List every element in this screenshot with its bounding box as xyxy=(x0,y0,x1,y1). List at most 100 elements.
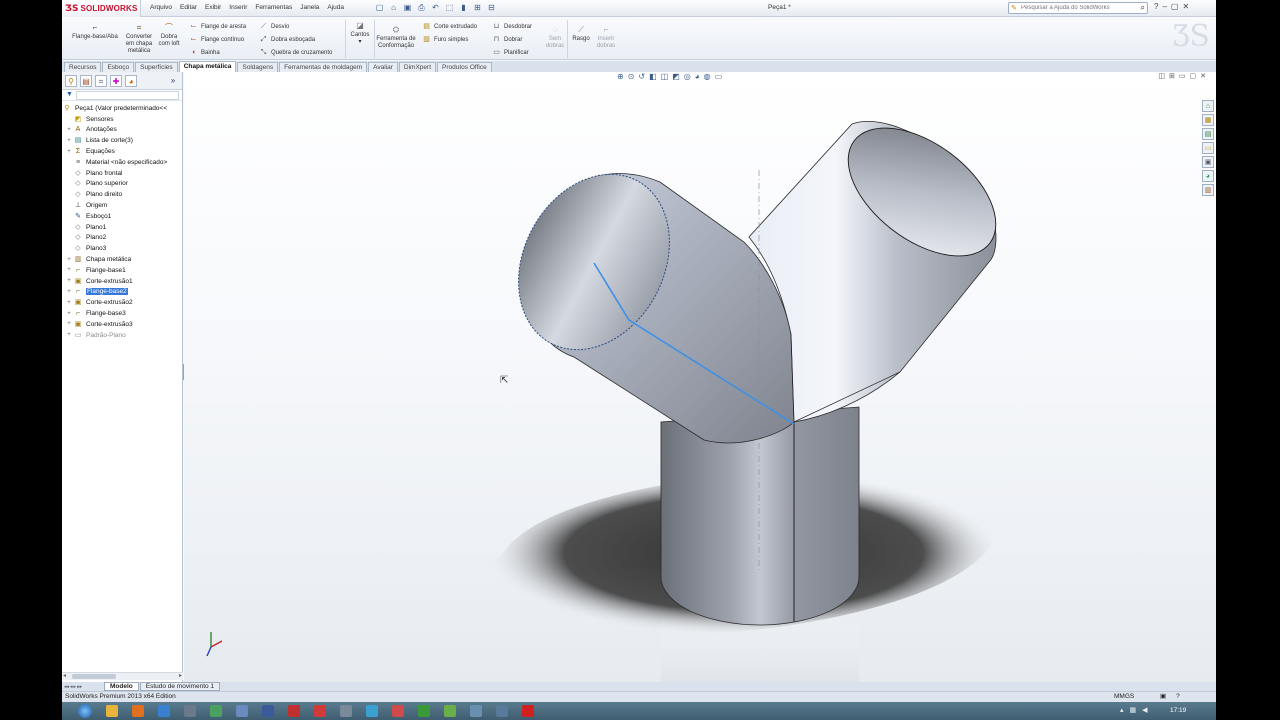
appearances-icon[interactable]: ◕ xyxy=(1202,170,1214,182)
select-icon[interactable]: ⬚ xyxy=(444,2,455,13)
vertical-pipe[interactable] xyxy=(660,406,860,626)
tree-item[interactable]: + ▤ Lista de corte(3) xyxy=(62,135,182,146)
menu-exibir[interactable]: Exibir xyxy=(201,4,225,11)
solidworks-taskbar-icon[interactable] xyxy=(314,705,326,717)
network-icon[interactable] xyxy=(262,705,274,717)
folder-icon[interactable]: ▭ xyxy=(1202,142,1214,154)
dimxpert-manager-icon[interactable]: ✚ xyxy=(110,74,122,87)
network-tray-icon[interactable]: ▦ xyxy=(1130,706,1137,714)
tree-item[interactable]: ◇ Plano frontal xyxy=(62,168,182,179)
file-properties-icon[interactable]: ⊞ xyxy=(472,2,483,13)
start-button-icon[interactable] xyxy=(78,704,92,718)
rebuild-status-icon[interactable]: ▣ xyxy=(1160,692,1166,702)
close-icon[interactable]: ✕ xyxy=(1182,2,1189,11)
edge-flange-button[interactable]: ⌙ Flange de aresta xyxy=(189,22,246,31)
tree-item[interactable]: ◇ Plano3 xyxy=(62,243,182,254)
next-tab-icon[interactable]: ▸ xyxy=(74,684,77,690)
tab-recursos[interactable]: Recursos xyxy=(64,62,102,72)
configuration-manager-icon[interactable]: ⌗ xyxy=(95,74,107,87)
flatten-button[interactable]: ▭ Planificar xyxy=(492,48,529,57)
simple-hole-button[interactable]: ▥ Furo simples xyxy=(422,35,468,44)
tool-icon[interactable] xyxy=(184,705,196,717)
menu-editar[interactable]: Editar xyxy=(176,4,201,11)
tree-item[interactable]: ◇ Plano superior xyxy=(62,179,182,190)
undo-icon[interactable]: ↶ xyxy=(430,2,441,13)
document-icon[interactable] xyxy=(470,705,482,717)
expand-icon[interactable]: + xyxy=(65,311,73,317)
rebuild-icon[interactable]: ▮ xyxy=(458,2,469,13)
options-icon[interactable]: ⊟ xyxy=(486,2,497,13)
tab-modelo[interactable]: Modelo xyxy=(104,682,139,691)
corners-dropdown-icon[interactable]: ▾ xyxy=(347,39,373,46)
prev-tab-icon[interactable]: ◂ xyxy=(70,684,73,690)
tree-item[interactable]: ◇ Plano1 xyxy=(62,222,182,233)
tree-item[interactable]: + ▣ Corte-extrusão2 xyxy=(62,297,182,308)
expand-icon[interactable]: + xyxy=(65,267,73,273)
excel-icon[interactable] xyxy=(418,705,430,717)
hem-button[interactable]: ◖ Bainha xyxy=(189,48,219,57)
expand-icon[interactable]: + xyxy=(65,289,73,295)
quick-tips-icon[interactable]: ? xyxy=(1176,692,1180,702)
last-tab-icon[interactable]: ▸▸ xyxy=(77,684,82,690)
sketched-bend-button[interactable]: ⤢ Dobra esboçada xyxy=(259,35,315,44)
tree-filter-input[interactable] xyxy=(76,91,179,100)
minimize-icon[interactable]: – xyxy=(1162,2,1166,11)
search-go-icon[interactable]: ⌕ xyxy=(1141,3,1145,13)
scroll-left-icon[interactable]: ◂ xyxy=(63,672,66,679)
notes-icon[interactable] xyxy=(444,705,456,717)
tab-chapa-metalica[interactable]: Chapa metálica xyxy=(178,61,237,72)
help-icon[interactable]: ? xyxy=(1154,2,1158,11)
lofted-bend-button[interactable]: ⌒ Dobra com loft xyxy=(157,23,181,48)
unit-system[interactable]: MMGS xyxy=(1114,692,1134,702)
tree-item[interactable]: ⊥ Origem xyxy=(62,200,182,211)
tree-item[interactable]: + ▭ Padrão-Plano xyxy=(62,330,182,341)
tree-item[interactable]: + ⌐ Flange-base1 xyxy=(62,265,182,276)
expand-icon[interactable]: + xyxy=(65,278,73,284)
unfold-button[interactable]: ⊔ Desdobrar xyxy=(492,22,532,31)
fold-button[interactable]: ⊓ Dobrar xyxy=(492,35,523,44)
settings-icon[interactable] xyxy=(236,705,248,717)
corners-button[interactable]: ◪ Cantos ▾ xyxy=(347,21,373,46)
restore-icon[interactable]: ▢ xyxy=(1171,2,1179,11)
tab-dimxpert[interactable]: DimXpert xyxy=(398,62,437,72)
tree-item[interactable]: + ▣ Corte-extrusão1 xyxy=(62,276,182,287)
tab-produtos-office[interactable]: Produtos Office xyxy=(437,62,492,72)
no-bends-button[interactable]: ◌ Sem dobras xyxy=(543,25,567,50)
tree-horizontal-scrollbar[interactable]: ◂ ▸ xyxy=(62,672,183,680)
tree-item[interactable]: + A Anotações xyxy=(62,125,182,136)
expand-icon[interactable]: + xyxy=(65,138,73,144)
tree-item[interactable]: ≡ Material <não especificado> xyxy=(62,157,182,168)
tree-item[interactable]: + Σ Equações xyxy=(62,146,182,157)
tree-item[interactable]: ✎ Esboço1 xyxy=(62,211,182,222)
print-icon[interactable]: ⎙ xyxy=(416,2,427,13)
insert-bends-button[interactable]: ⌐ Inserir dobras xyxy=(593,25,619,50)
menu-janela[interactable]: Janela xyxy=(296,4,323,11)
tab-superficies[interactable]: Superfícies xyxy=(135,62,178,72)
expand-icon[interactable]: + xyxy=(65,300,73,306)
tree-item[interactable]: + ▣ Corte-extrusão3 xyxy=(62,319,182,330)
save-icon[interactable]: ▣ xyxy=(402,2,413,13)
expand-icon[interactable]: + xyxy=(65,149,73,155)
forming-tool-button[interactable]: ⛭ Ferramenta de Conformação xyxy=(376,25,416,50)
menu-ferramentas[interactable]: Ferramentas xyxy=(251,4,296,11)
custom-properties-icon[interactable]: ▥ xyxy=(1202,184,1214,196)
menu-ajuda[interactable]: Ajuda xyxy=(323,4,348,11)
tab-avaliar[interactable]: Avaliar xyxy=(368,62,398,72)
display-manager-icon[interactable]: ◕ xyxy=(125,74,137,87)
expand-icon[interactable]: + xyxy=(65,127,73,133)
new-document-icon[interactable]: ▢ xyxy=(374,2,385,13)
tab-esboco[interactable]: Esboço xyxy=(102,62,135,72)
tray-arrow-icon[interactable]: ▴ xyxy=(1120,706,1124,714)
spreadsheet-icon[interactable] xyxy=(210,705,222,717)
app-icon[interactable] xyxy=(340,705,352,717)
graphics-area[interactable]: ⊕ ⊙ ↺ ◧ ◫ ◩ ◎ ◕ ◍ ▭ ◫ ⊞ ▭ ▢ ✕ ⇱ ⌂ ▦ ▤ ▭ … xyxy=(184,72,1216,682)
miter-flange-button[interactable]: ⌙ Flange contínuo xyxy=(189,35,244,44)
calculator-icon[interactable] xyxy=(496,705,508,717)
flange-base-button[interactable]: ⌐ Flange-base/Aba xyxy=(68,23,122,41)
convert-to-sheet-metal-button[interactable]: ⌗ Converter em chapa metálica xyxy=(123,23,155,55)
tree-item[interactable]: + ⌐ Flange-base3 xyxy=(62,308,182,319)
open-folder-icon[interactable]: ⌂ xyxy=(388,2,399,13)
expand-icon[interactable]: + xyxy=(65,257,73,263)
tree-item[interactable]: ◩ Sensores xyxy=(62,114,182,125)
tree-item[interactable]: ◇ Plano2 xyxy=(62,233,182,244)
